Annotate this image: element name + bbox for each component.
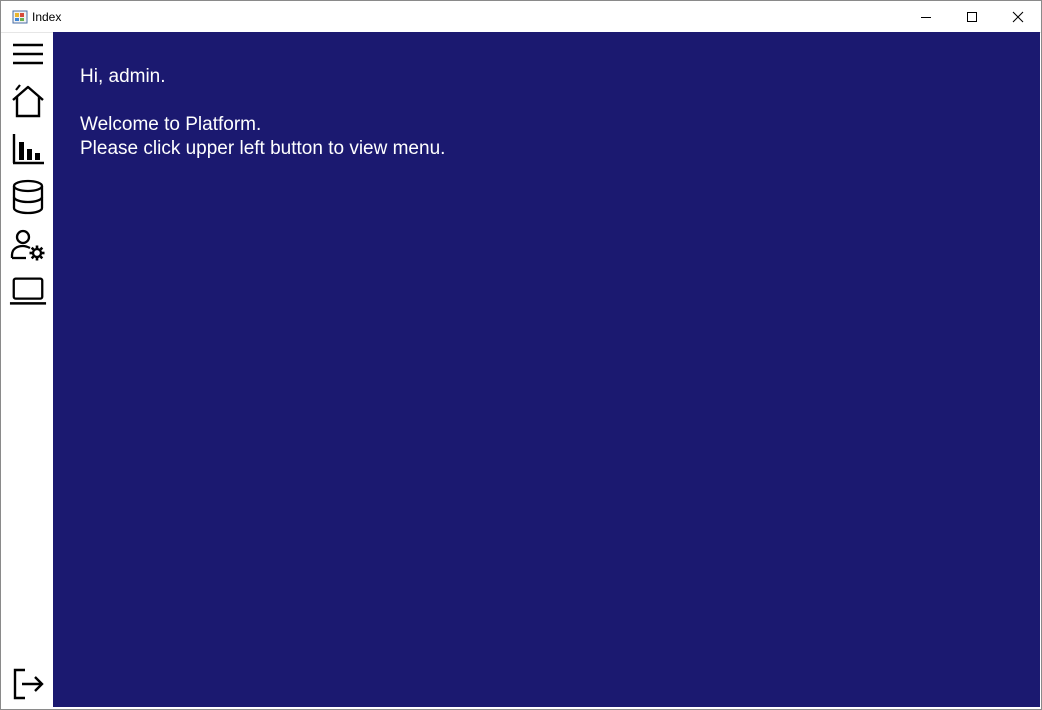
app-icon: [12, 9, 28, 25]
nav-computer-button[interactable]: [9, 272, 47, 310]
user-settings-icon: [10, 229, 45, 261]
app-window: Index Hi, admin. Welcome to Platform. Pl…: [0, 0, 1042, 710]
main-content: Hi, admin. Welcome to Platform. Please c…: [53, 32, 1040, 707]
sign-out-icon: [13, 668, 44, 700]
hamburger-menu-icon: [13, 43, 43, 65]
maximize-icon: [967, 11, 977, 22]
title-bar[interactable]: Index: [1, 1, 1041, 33]
close-button[interactable]: [995, 1, 1041, 32]
window-title: Index: [32, 10, 62, 24]
laptop-icon: [9, 277, 47, 305]
sign-out-button[interactable]: [9, 665, 47, 703]
database-icon: [12, 179, 44, 215]
welcome-text: Welcome to Platform.: [80, 114, 262, 135]
greeting-text: Hi, admin.: [80, 66, 166, 87]
minimize-icon: [921, 16, 931, 18]
close-icon: [1012, 11, 1024, 22]
nav-database-button[interactable]: [9, 178, 47, 216]
bar-chart-icon: [12, 134, 44, 165]
sidebar: [1, 33, 53, 709]
nav-charts-button[interactable]: [9, 130, 47, 168]
nav-home-button[interactable]: [9, 82, 47, 120]
minimize-button[interactable]: [903, 1, 949, 32]
menu-toggle-button[interactable]: [9, 35, 47, 73]
nav-user-settings-button[interactable]: [9, 226, 47, 264]
home-icon: [12, 84, 44, 118]
instruction-text: Please click upper left button to view m…: [80, 138, 446, 159]
maximize-button[interactable]: [949, 1, 995, 32]
